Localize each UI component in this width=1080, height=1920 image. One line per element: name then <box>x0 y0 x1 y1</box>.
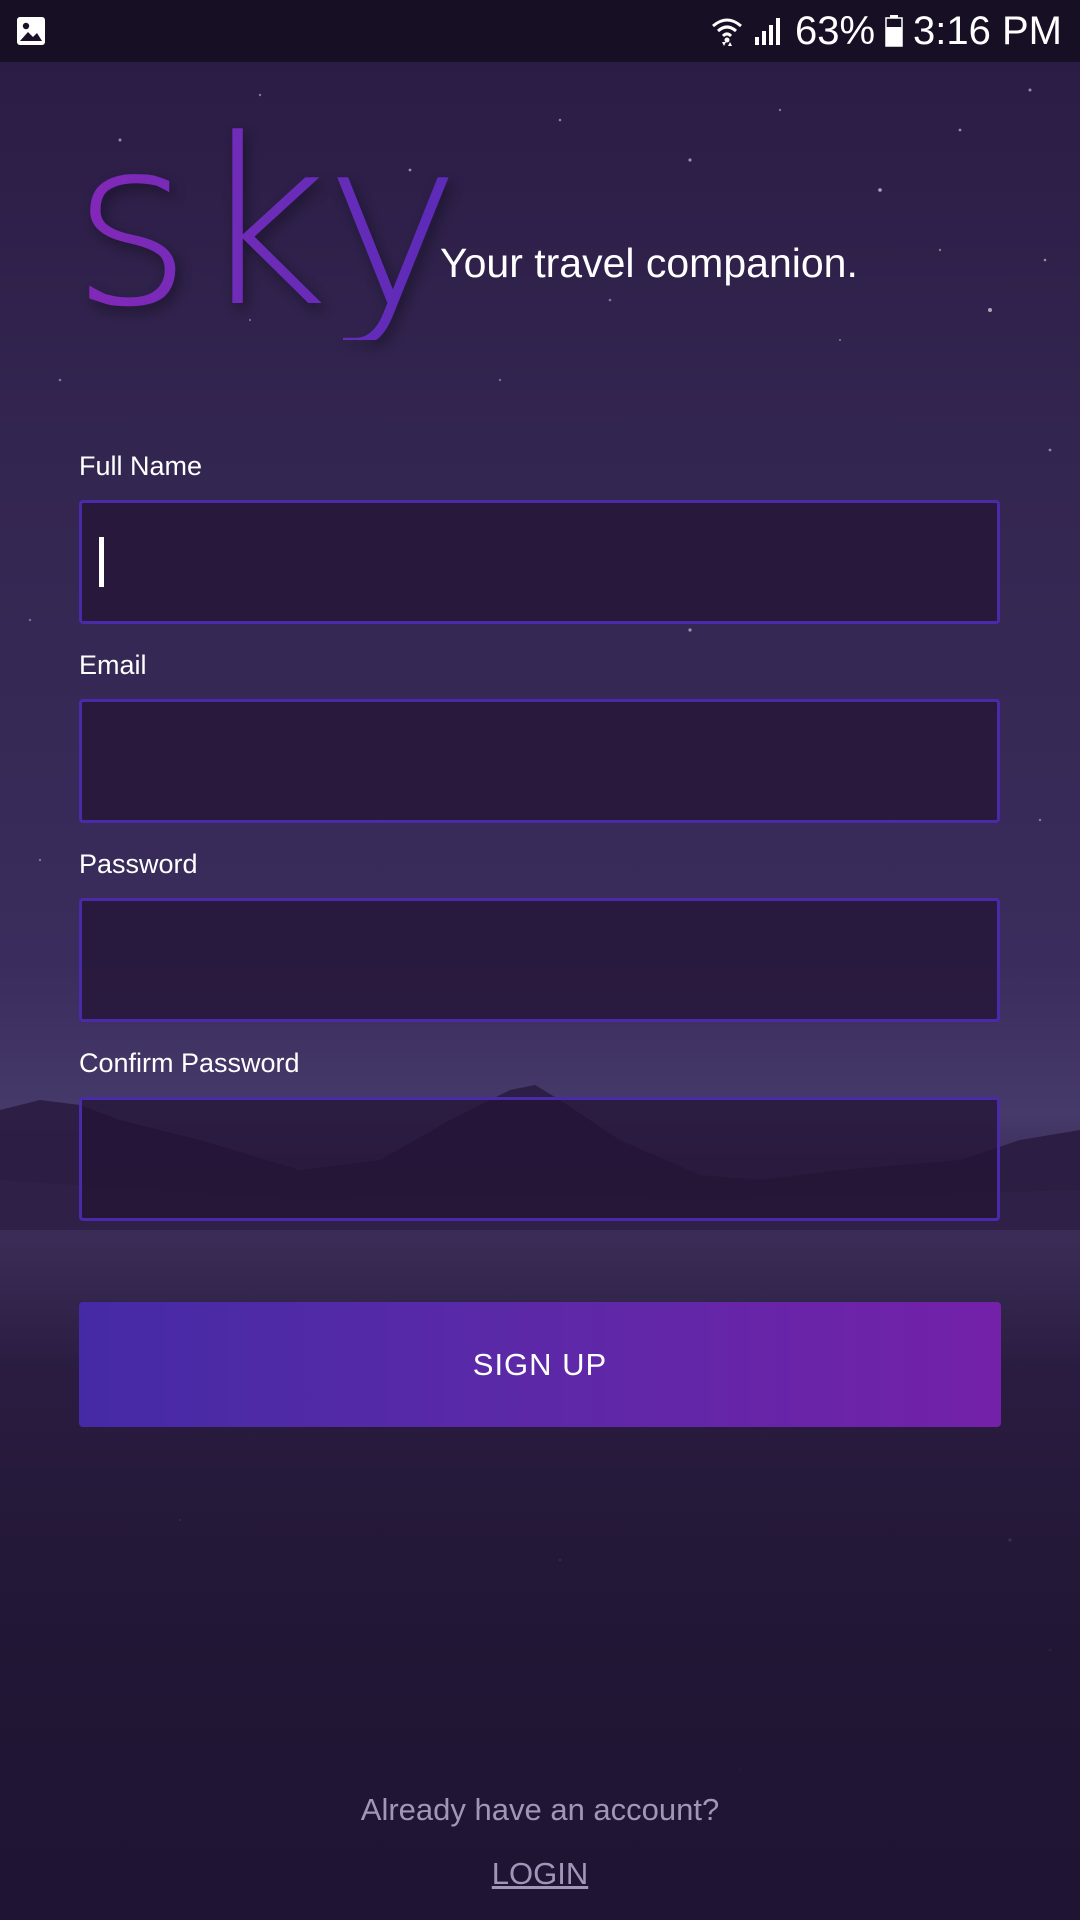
email-input[interactable] <box>79 699 1000 823</box>
full-name-input[interactable] <box>79 500 1000 624</box>
gallery-notification-icon <box>17 17 45 45</box>
already-have-account-text: Already have an account? <box>360 1792 720 1827</box>
full-name-label: Full Name <box>79 451 203 481</box>
battery-icon <box>885 15 903 47</box>
battery-percent: 63% <box>794 8 876 53</box>
confirm-password-input[interactable] <box>79 1097 1000 1221</box>
status-indicators: 63% 3:16 PM <box>711 0 1062 62</box>
signup-screen: 63% 3:16 PM sky Your travel companion. F… <box>0 0 1080 1920</box>
email-label: Email <box>79 650 147 680</box>
signal-icon <box>754 18 780 45</box>
login-link[interactable]: LOGIN <box>0 1856 1080 1892</box>
confirm-password-label: Confirm Password <box>79 1048 300 1078</box>
password-input[interactable] <box>79 898 1000 1022</box>
clock: 3:16 PM <box>913 8 1062 53</box>
password-label: Password <box>79 849 198 879</box>
app-logo: sky <box>72 91 465 358</box>
wifi-icon <box>711 18 742 46</box>
tagline: Your travel companion. <box>440 240 858 286</box>
sign-up-button[interactable]: SIGN UP <box>79 1302 1001 1427</box>
text-cursor <box>99 537 104 587</box>
status-bar: 63% 3:16 PM <box>0 0 1080 62</box>
